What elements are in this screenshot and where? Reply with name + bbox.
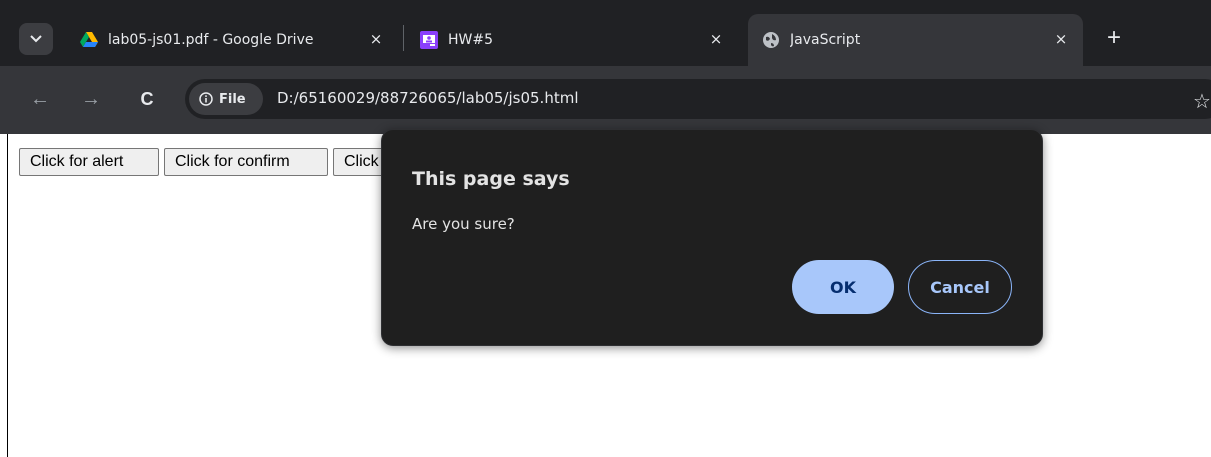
bookmark-star-icon[interactable]: ☆ xyxy=(1193,89,1211,114)
site-info-chip[interactable]: File xyxy=(189,83,263,115)
tab-strip: lab05-js01.pdf - Google Drive × HW#5 × J… xyxy=(0,0,1211,66)
url-text[interactable]: D:/65160029/88726065/lab05/js05.html xyxy=(277,89,579,107)
tab-javascript-active[interactable]: JavaScript × xyxy=(748,14,1083,66)
confirm-dialog: This page says Are you sure? OK Cancel xyxy=(381,129,1043,346)
ok-button[interactable]: OK xyxy=(792,260,894,314)
tab-google-drive[interactable]: lab05-js01.pdf - Google Drive × xyxy=(68,14,398,66)
dialog-message: Are you sure? xyxy=(412,215,515,233)
classroom-icon xyxy=(420,31,438,49)
tab-search-button[interactable] xyxy=(19,23,53,55)
chevron-down-icon xyxy=(30,35,42,43)
page-edge xyxy=(7,134,8,457)
chip-label: File xyxy=(219,91,246,107)
close-tab-icon[interactable]: × xyxy=(1049,27,1073,51)
confirm-button[interactable]: Click for confirm xyxy=(164,148,328,176)
tab-title: HW#5 xyxy=(448,32,494,48)
alert-button[interactable]: Click for alert xyxy=(19,148,159,176)
tab-title: JavaScript xyxy=(790,32,861,48)
tab-title: lab05-js01.pdf - Google Drive xyxy=(108,32,314,48)
tab-divider xyxy=(403,25,404,51)
globe-icon xyxy=(762,31,780,49)
back-arrow-icon[interactable]: ← xyxy=(25,84,55,114)
new-tab-button[interactable]: + xyxy=(1100,24,1128,52)
dialog-title: This page says xyxy=(412,168,570,190)
cancel-button[interactable]: Cancel xyxy=(908,260,1012,314)
forward-arrow-icon[interactable]: → xyxy=(76,84,106,114)
browser-toolbar: ← → C File D:/65160029/88726065/lab05/js… xyxy=(0,66,1211,134)
close-tab-icon[interactable]: × xyxy=(364,27,388,51)
address-bar[interactable]: File D:/65160029/88726065/lab05/js05.htm… xyxy=(185,79,1211,119)
google-drive-icon xyxy=(80,31,98,49)
tab-hw5[interactable]: HW#5 × xyxy=(408,14,738,66)
info-icon xyxy=(199,92,213,106)
reload-icon[interactable]: C xyxy=(132,84,162,114)
close-tab-icon[interactable]: × xyxy=(704,27,728,51)
